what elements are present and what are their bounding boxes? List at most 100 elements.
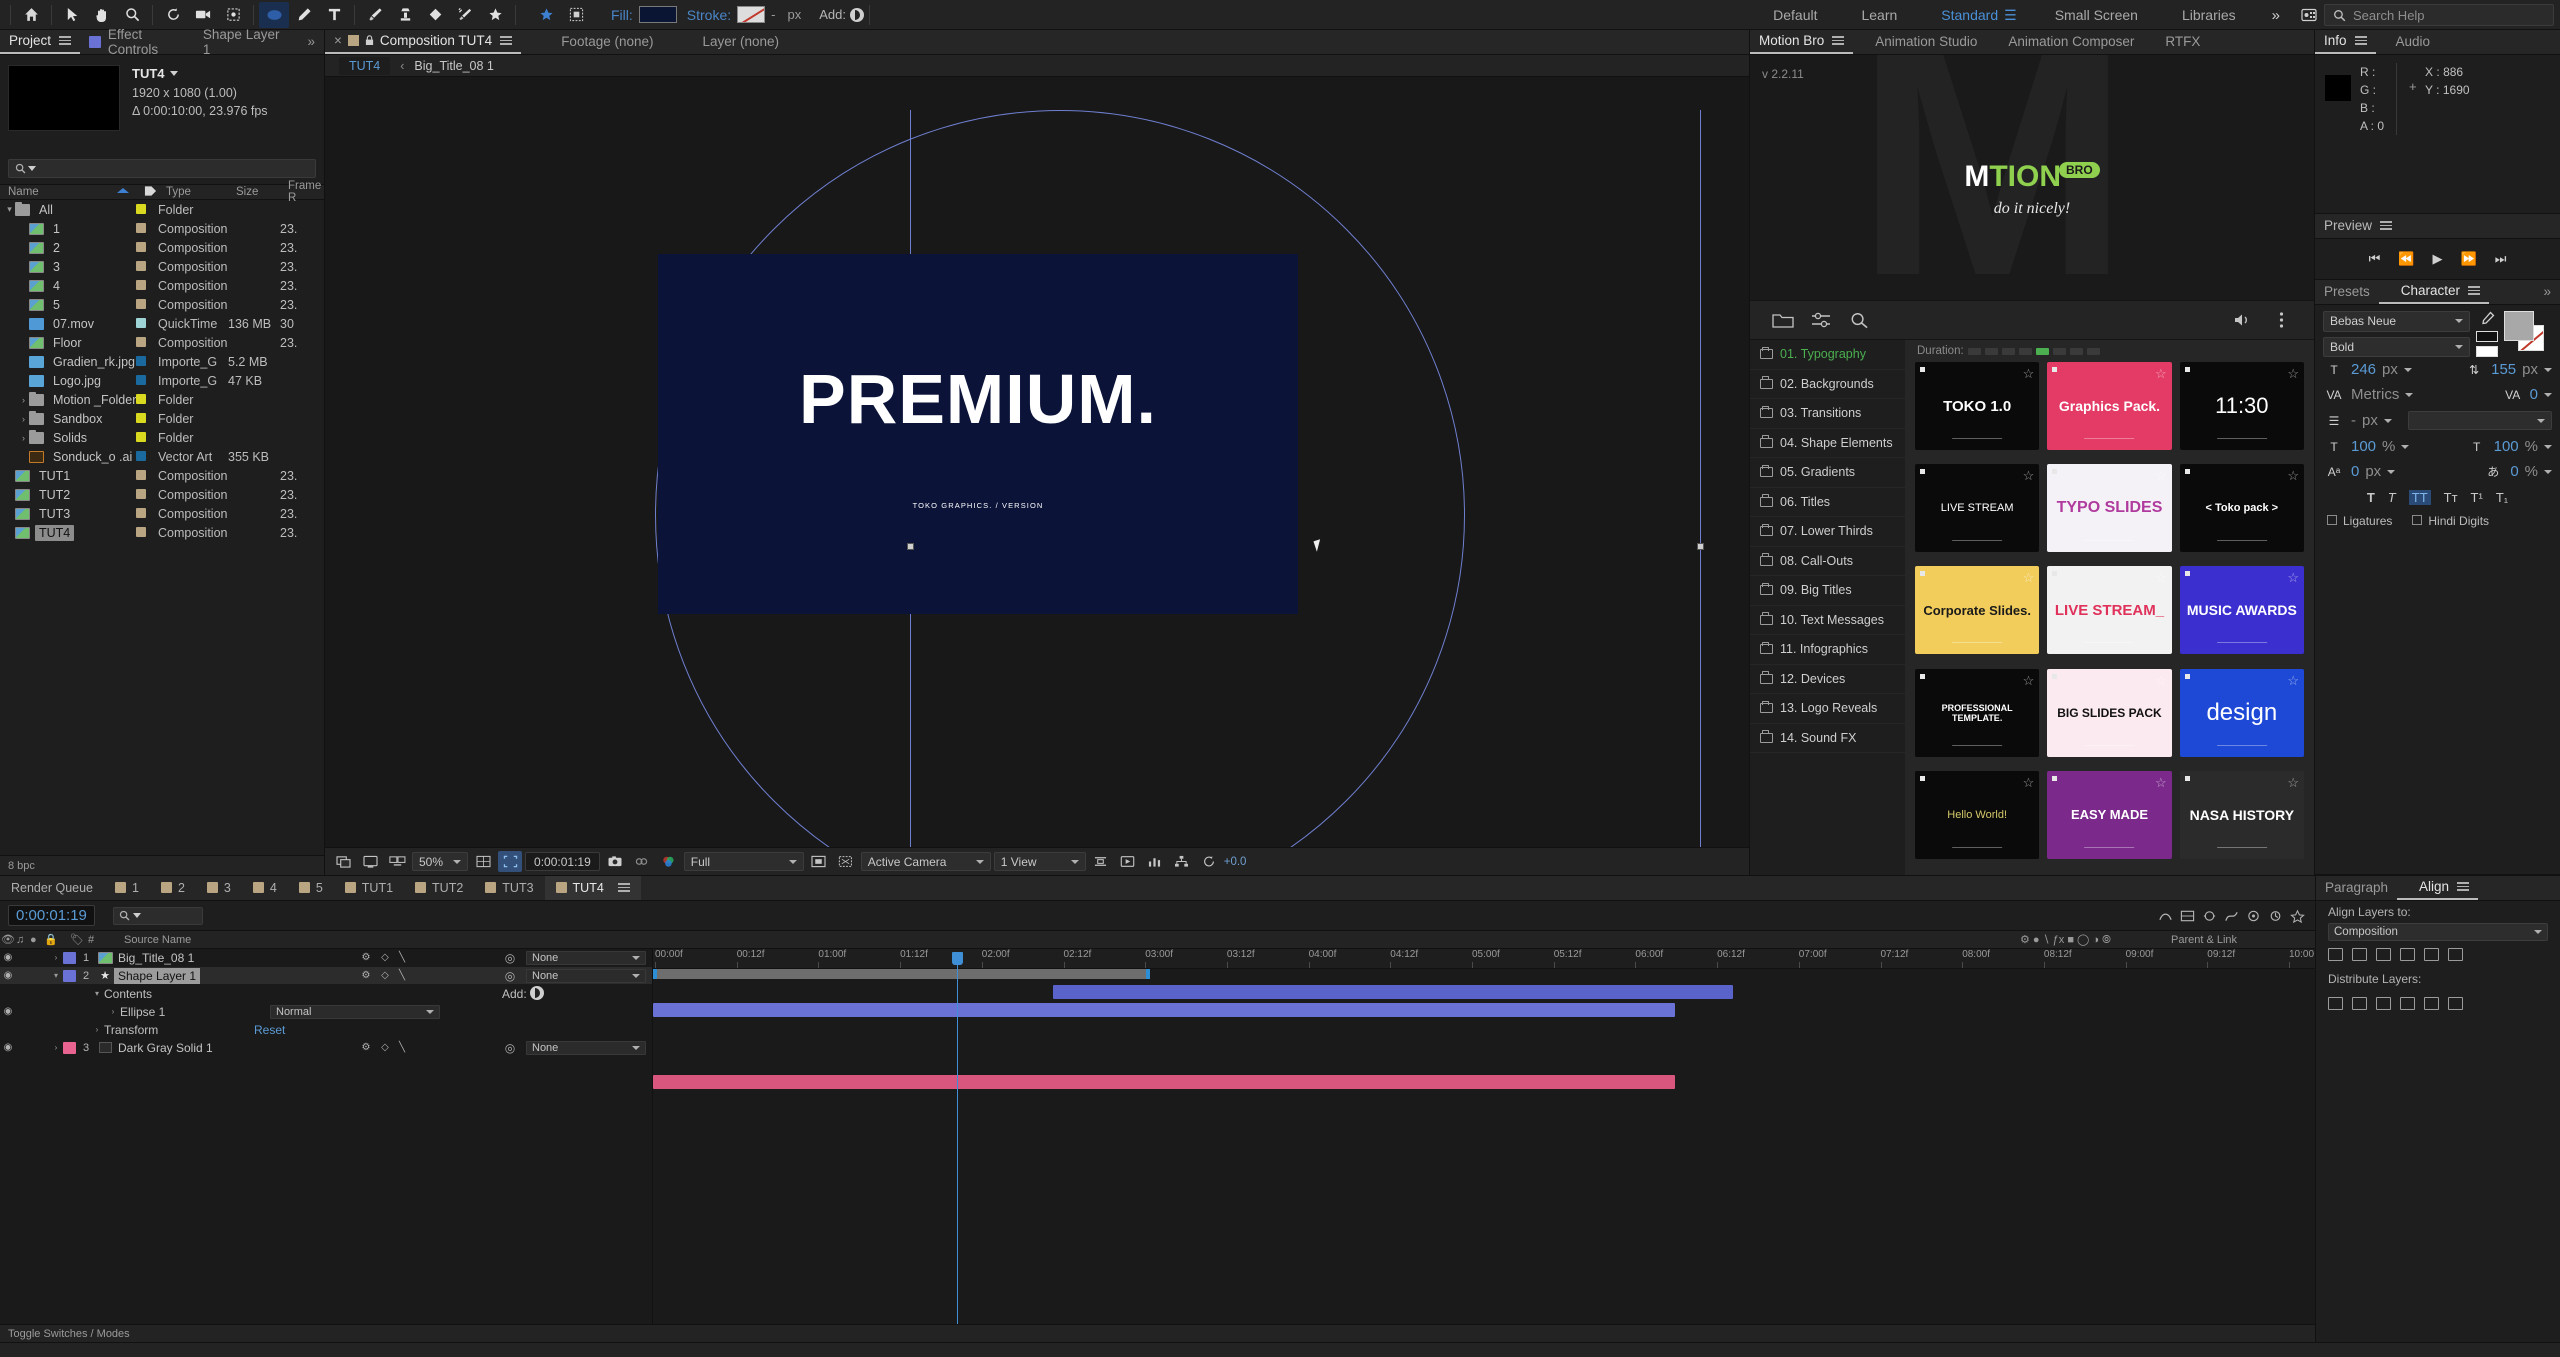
layer-name-cell[interactable]: Shape Layer 1 (114, 967, 357, 984)
search-icon[interactable] (1840, 306, 1878, 334)
panel-menu-icon[interactable] (2457, 880, 2470, 894)
panel-menu-icon[interactable] (2354, 34, 2367, 48)
parent-pickwhip-icon[interactable]: ◎ (502, 1041, 518, 1055)
layer-duration-bar[interactable] (653, 1003, 1675, 1017)
project-item-list[interactable]: ▾ All Folder 1 Composition 23. 2 Composition 23.… (0, 200, 324, 855)
column-name[interactable]: Name (0, 186, 108, 198)
transparency-grid-icon[interactable] (807, 851, 831, 872)
timeline-tab[interactable]: TUT3 (474, 876, 544, 900)
chevron-down-icon[interactable] (2383, 418, 2392, 423)
transform-disclosure-triangle[interactable]: › (90, 1025, 104, 1034)
preset-tile[interactable]: ☆ PROFESSIONAL TEMPLATE. (1915, 668, 2040, 757)
tab-rtfx[interactable]: RTFX (2143, 29, 2209, 54)
leading-value[interactable]: 155 (2491, 361, 2516, 378)
tab-preview[interactable]: Preview (2315, 213, 2401, 238)
toggle-switches-modes-button[interactable]: Toggle Switches / Modes (8, 1328, 130, 1340)
eraser-tool-icon[interactable] (420, 2, 450, 28)
add-shape-icon[interactable] (530, 986, 545, 1000)
panel-menu-icon[interactable] (617, 881, 630, 895)
breadcrumb-root[interactable]: TUT4 (339, 56, 391, 75)
channels-icon[interactable] (657, 851, 681, 872)
tab-presets[interactable]: Presets (2315, 279, 2379, 304)
comp-flowchart-icon[interactable] (1170, 851, 1194, 872)
layer-duration-bar[interactable] (653, 1075, 1675, 1089)
breadcrumb-current[interactable]: Big_Title_08 1 (414, 59, 493, 73)
motion-bro-preset-grid[interactable]: ☆ TOKO 1.0 ☆ Graphics Pack. ☆ 11:30 ☆ LIVE STRE… (1905, 362, 2314, 875)
project-item-tag[interactable] (136, 298, 158, 312)
grid-icon[interactable] (561, 2, 591, 28)
align-left-button[interactable] (2328, 948, 2343, 961)
project-item-tag[interactable] (136, 317, 158, 331)
project-item[interactable]: 4 Composition 23. (0, 276, 324, 295)
layer-label-color[interactable] (63, 969, 76, 982)
snapping-icon[interactable] (531, 2, 561, 28)
timeline-link-icon[interactable] (1143, 851, 1167, 872)
parent-pickwhip-icon[interactable]: ◎ (502, 969, 518, 983)
sliders-icon[interactable] (1802, 306, 1840, 334)
favorite-star-icon[interactable]: ☆ (2023, 673, 2035, 689)
layer-disclosure-triangle[interactable]: ▾ (49, 971, 63, 980)
fill-color-swatch[interactable] (2504, 311, 2534, 341)
preset-tile[interactable]: ☆ TYPO SLIDES (2047, 464, 2172, 553)
grid-guides-icon[interactable] (471, 851, 495, 872)
menu-icon[interactable] (2262, 306, 2300, 334)
favorite-star-icon[interactable]: ☆ (2155, 468, 2167, 484)
sort-arrow-icon[interactable] (108, 186, 136, 198)
roto-brush-tool-icon[interactable] (450, 2, 480, 28)
font-size-value[interactable]: 246 (2351, 361, 2376, 378)
project-item-tag[interactable] (136, 393, 158, 407)
type-tool-icon[interactable] (319, 2, 349, 28)
duration-segment-active[interactable] (2035, 347, 2049, 355)
duration-segment[interactable] (2001, 347, 2015, 355)
stroke-width-value[interactable]: - (771, 7, 775, 22)
layer-duration-bar[interactable] (1053, 985, 1733, 999)
stroke-style-select[interactable] (2407, 411, 2552, 430)
clone-stamp-tool-icon[interactable] (390, 2, 420, 28)
align-bottom-button[interactable] (2448, 948, 2463, 961)
work-area-start-handle[interactable] (653, 969, 657, 979)
project-item-tag[interactable] (136, 488, 158, 502)
zoom-level-select[interactable]: 50% (412, 852, 469, 871)
workspace-tab-default[interactable]: Default (1751, 7, 1839, 23)
favorite-star-icon[interactable]: ☆ (2287, 673, 2299, 689)
exposure-value[interactable]: +0.0 (1224, 856, 1247, 868)
motion-bro-category[interactable]: 12. Devices (1750, 665, 1905, 694)
project-item[interactable]: › Motion _Folder Folder (0, 390, 324, 409)
tab-info[interactable]: Info (2315, 29, 2376, 54)
fast-previews-icon[interactable] (1116, 851, 1140, 872)
project-item-tag[interactable] (136, 260, 158, 274)
preset-tile[interactable]: ☆ Corporate Slides. (1915, 566, 2040, 655)
ligatures-checkbox[interactable]: Ligatures (2327, 514, 2392, 528)
timeline-tab[interactable]: 1 (104, 876, 150, 900)
bold-button[interactable]: T (2367, 490, 2375, 505)
layer-switches[interactable]: ⚙ ◇ ╲ (357, 970, 502, 981)
timeline-tab[interactable]: 2 (150, 876, 196, 900)
project-item[interactable]: › Sandbox Folder (0, 409, 324, 428)
project-item-tag[interactable] (136, 374, 158, 388)
always-preview-icon[interactable] (331, 851, 355, 872)
tab-footage[interactable]: Footage (none) (521, 29, 662, 54)
fill-stroke-color-box[interactable] (2504, 311, 2552, 351)
chevron-down-icon[interactable] (2405, 392, 2414, 397)
blend-mode-select[interactable]: Normal (270, 1004, 440, 1019)
distribute-bottom-button[interactable] (2376, 997, 2391, 1010)
preset-tile[interactable]: ☆ TOKO 1.0 (1915, 362, 2040, 450)
layer-label-color[interactable] (63, 951, 76, 964)
fill-swatch[interactable] (638, 6, 677, 23)
parent-link-header[interactable]: Parent & Link (2165, 934, 2315, 946)
project-item-tag[interactable] (136, 279, 158, 293)
duration-segment[interactable] (2018, 347, 2032, 355)
duration-segment[interactable] (2086, 347, 2100, 355)
close-icon[interactable]: × (334, 33, 342, 48)
parent-pickwhip-icon[interactable]: ◎ (502, 951, 518, 965)
project-item-tag[interactable] (136, 412, 158, 426)
align-right-button[interactable] (2376, 948, 2391, 961)
collapse-transformations-icon[interactable]: ⚙ (357, 1042, 375, 1053)
timeline-layer-list[interactable]: ◉ › 1 Big_Title_08 1 ⚙ ◇ ╲ ◎ None ◉ ▾ 2 ★ Shape Layer… (0, 949, 653, 1324)
kerning-value[interactable]: Metrics (2351, 386, 2399, 403)
favorite-star-icon[interactable]: ☆ (2287, 468, 2299, 484)
project-item[interactable]: 2 Composition 23. (0, 238, 324, 257)
chevron-down-icon[interactable] (2544, 444, 2552, 449)
timeline-current-time[interactable]: 0:00:01:19 (8, 905, 95, 926)
workspace-tab-libraries[interactable]: Libraries (2160, 7, 2258, 23)
